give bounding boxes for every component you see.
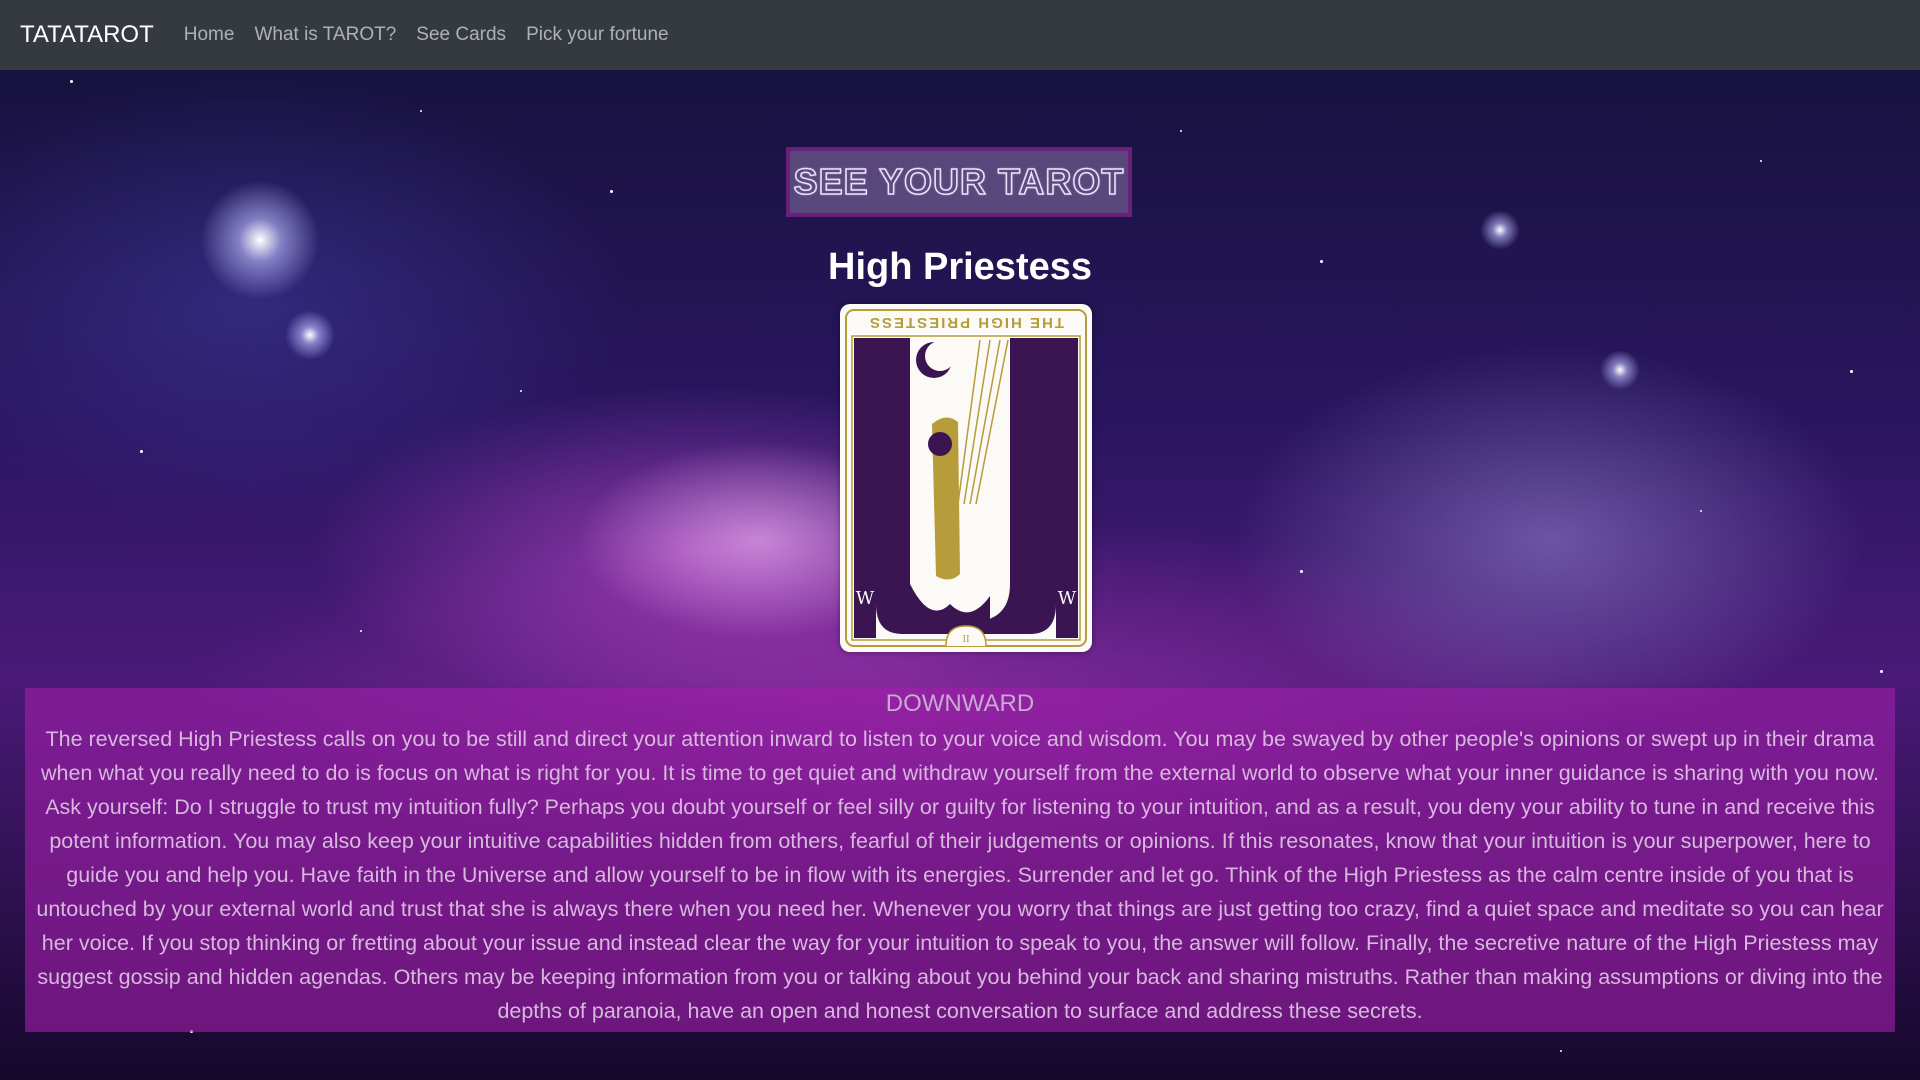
star (520, 390, 522, 392)
bright-star-glow (1600, 350, 1640, 390)
bright-star-glow (1480, 210, 1520, 250)
nav-link-pick-your-fortune[interactable]: Pick your fortune (526, 24, 669, 46)
star (70, 80, 73, 83)
top-navbar: TATATAROT Home What is TAROT? See Cards … (0, 0, 1920, 70)
star (610, 190, 613, 193)
reading-text: The reversed High Priestess calls on you… (36, 727, 1884, 1023)
star (1850, 370, 1853, 373)
reading-panel: DOWNWARD The reversed High Priestess cal… (25, 688, 1895, 1032)
nav-link-home[interactable]: Home (184, 24, 235, 46)
bright-star-glow (285, 310, 335, 360)
star (1760, 160, 1762, 162)
star (1180, 130, 1182, 132)
nav-link-what-is-tarot[interactable]: What is TAROT? (254, 24, 396, 46)
brand-logo-link[interactable]: TATATAROT (20, 21, 154, 49)
star (360, 630, 362, 632)
star (1300, 570, 1303, 573)
svg-text:W: W (1058, 588, 1077, 609)
card-numeral: II (962, 635, 970, 645)
orientation-heading: DOWNWARD (885, 690, 1035, 717)
card-name-heading: High Priestess (828, 246, 1092, 288)
card-label-upside-down: THE HIGH PRIESTESS (867, 314, 1065, 331)
nav-link-see-cards[interactable]: See Cards (416, 24, 506, 46)
star (420, 110, 422, 112)
svg-text:W: W (856, 588, 875, 609)
star (1880, 670, 1883, 673)
star (1560, 1050, 1562, 1052)
star (1700, 510, 1702, 512)
see-your-tarot-banner: SEE YOUR TAROT (786, 147, 1132, 217)
high-priestess-card-art: II W W (845, 309, 1087, 647)
tarot-card-image: II W W THE HIGH PRIESTESS (840, 304, 1092, 652)
star (140, 450, 143, 453)
banner-label: SEE YOUR TAROT (793, 160, 1125, 203)
